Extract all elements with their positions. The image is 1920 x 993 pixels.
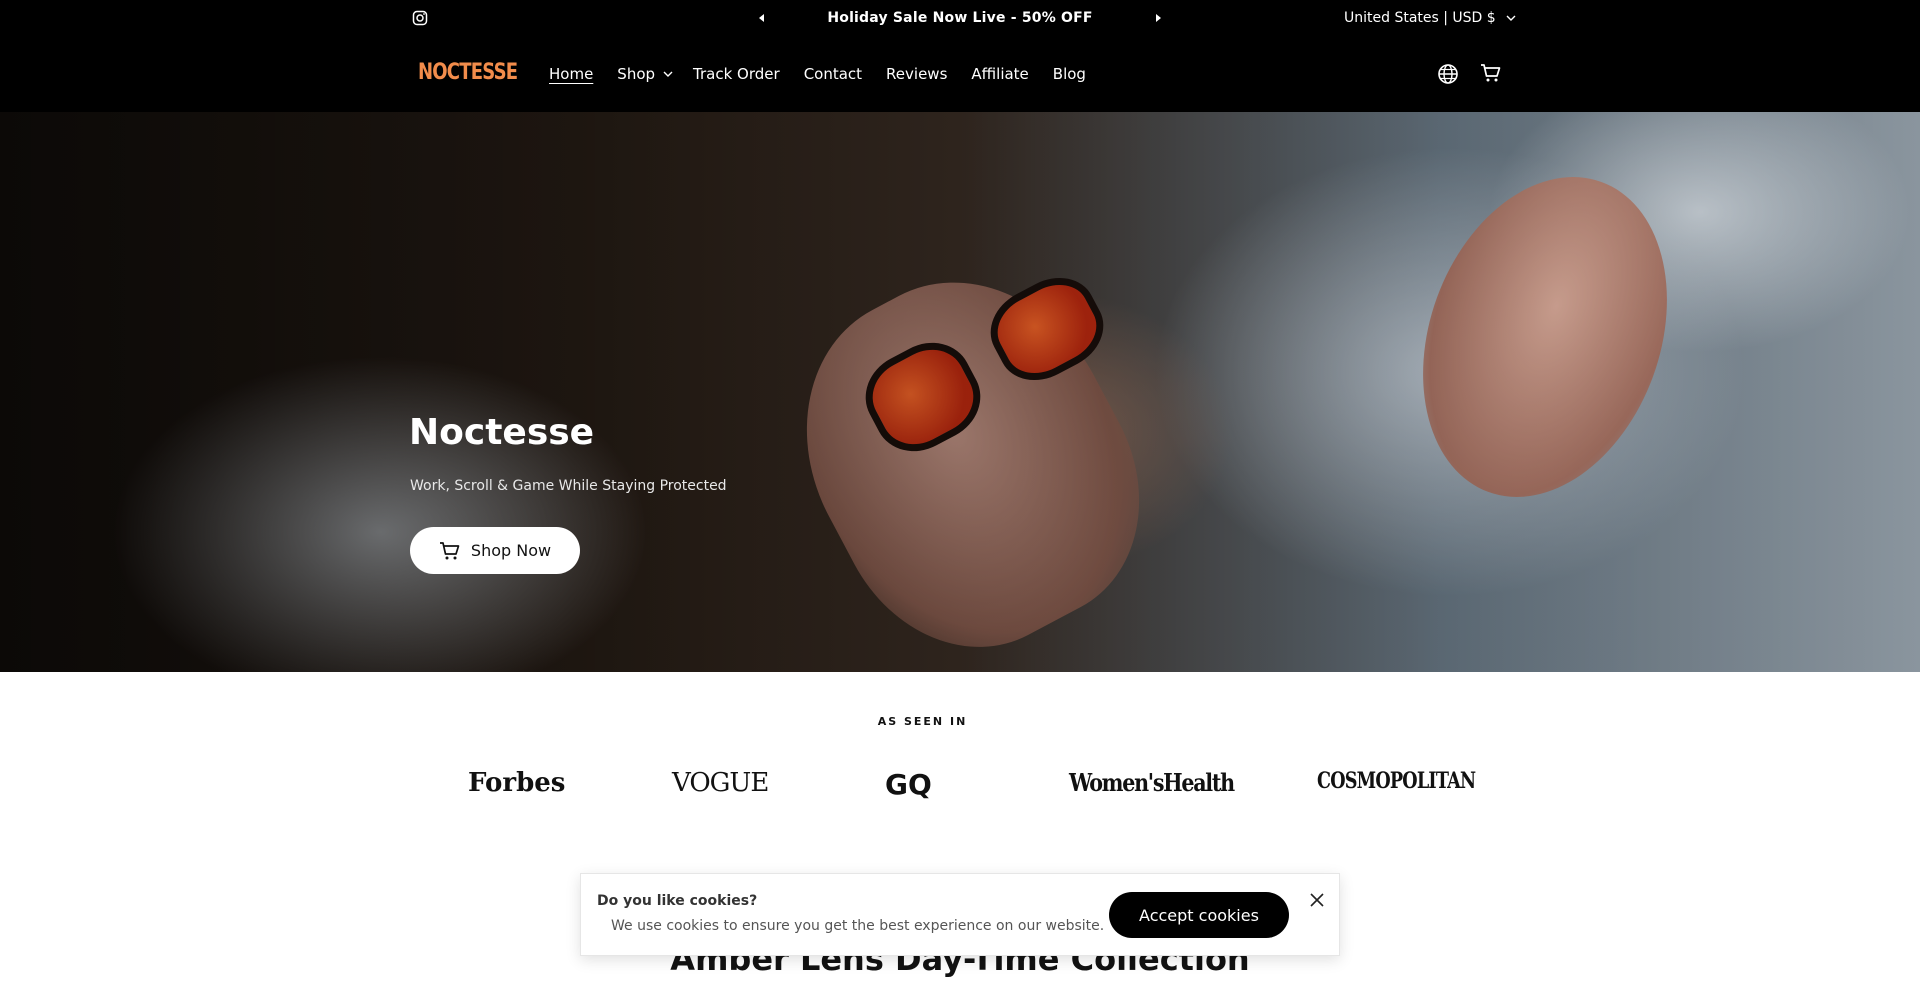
press-logos: Forbes VOGUE GQ Women'sHealth COSMOPOLIT… <box>0 768 1920 808</box>
logo-womens-health: Women'sHealth <box>1069 768 1235 797</box>
shop-now-button[interactable]: Shop Now <box>410 527 580 574</box>
shop-now-label: Shop Now <box>470 541 552 560</box>
cookie-question: Do you like cookies? <box>597 893 758 909</box>
nav-reviews[interactable]: Reviews <box>886 65 947 83</box>
locale-label: United States | USD $ <box>1344 10 1496 26</box>
cart-icon[interactable] <box>1480 62 1502 84</box>
logo[interactable]: NOCTESSE <box>418 60 518 85</box>
chevron-down-icon <box>663 71 673 77</box>
nav-contact[interactable]: Contact <box>804 65 862 83</box>
close-icon[interactable] <box>1307 890 1327 910</box>
nav-affiliate[interactable]: Affiliate <box>971 65 1028 83</box>
logo-vogue: VOGUE <box>672 768 769 798</box>
instagram-icon[interactable] <box>412 10 428 26</box>
main-nav: Home Shop Track Order Contact Reviews Af… <box>549 65 1086 83</box>
cookie-text: We use cookies to ensure you get the bes… <box>611 918 1105 934</box>
press-heading: AS SEEN IN <box>877 715 968 728</box>
site-header: NOCTESSE Home Shop Track Order Contact R… <box>0 37 1920 112</box>
hero-subtitle: Work, Scroll & Game While Staying Protec… <box>410 478 727 494</box>
accept-cookies-button[interactable]: Accept cookies <box>1109 892 1289 938</box>
chevron-down-icon <box>1506 15 1516 21</box>
arrow-right-icon[interactable] <box>1153 13 1163 23</box>
cart-icon <box>439 541 460 559</box>
logo-forbes: Forbes <box>468 768 566 798</box>
announcement-message: Holiday Sale Now Live - 50% OFF <box>827 10 1093 26</box>
nav-track-order[interactable]: Track Order <box>693 65 780 83</box>
cookie-banner: Do you like cookies? We use cookies to e… <box>580 873 1340 956</box>
logo-gq: GQ <box>885 768 932 801</box>
logo-cosmopolitan: COSMOPOLITAN <box>1317 768 1476 794</box>
country-currency-selector[interactable]: United States | USD $ <box>1344 10 1516 26</box>
nav-home[interactable]: Home <box>549 65 593 83</box>
announcement-bar: Holiday Sale Now Live - 50% OFF United S… <box>0 0 1920 37</box>
nav-shop[interactable]: Shop <box>617 65 673 83</box>
hero-title: Noctesse <box>409 412 595 453</box>
globe-icon[interactable] <box>1437 63 1459 85</box>
hero-overlay <box>0 112 1920 672</box>
nav-blog[interactable]: Blog <box>1053 65 1086 83</box>
arrow-left-icon[interactable] <box>757 13 767 23</box>
hero-banner: Noctesse Work, Scroll & Game While Stayi… <box>0 112 1920 672</box>
